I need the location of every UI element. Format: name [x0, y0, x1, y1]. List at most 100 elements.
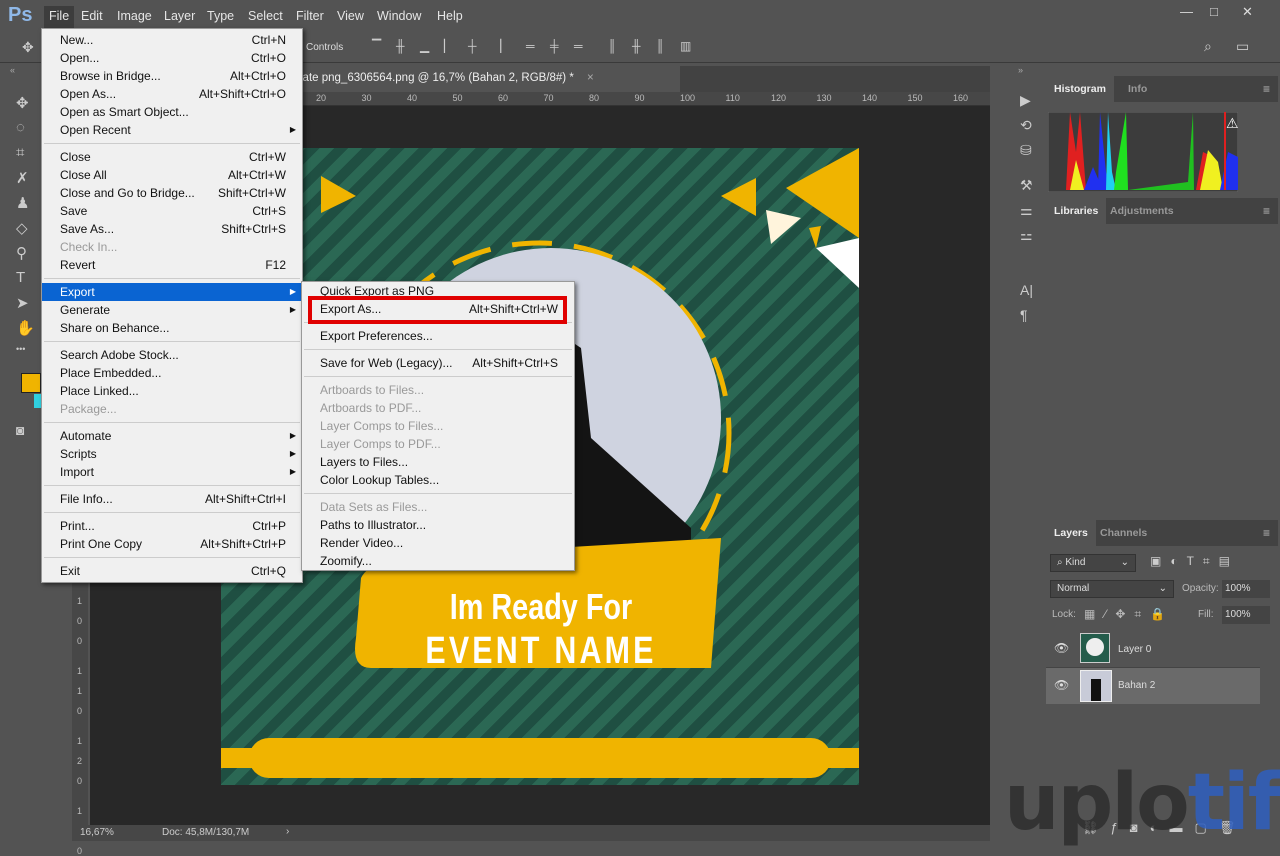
- hand-tool-icon[interactable]: ✋: [16, 319, 35, 337]
- menu-item-open[interactable]: Open... Ctrl+O: [42, 49, 302, 67]
- panel-menu-icon[interactable]: ≡: [1263, 204, 1270, 218]
- path-select-tool-icon[interactable]: ➤: [16, 294, 29, 312]
- dodge-tool-icon[interactable]: ⚲: [16, 244, 27, 262]
- align-distribute-icon[interactable]: ╫: [632, 39, 641, 53]
- align-distribute-icon[interactable]: ═: [526, 39, 535, 53]
- workspace-icon[interactable]: ▭: [1236, 38, 1249, 55]
- tab-info[interactable]: Info: [1120, 76, 1155, 102]
- tab-adjustments[interactable]: Adjustments: [1102, 198, 1182, 224]
- styles-panel-icon[interactable]: ⚍: [1020, 227, 1033, 244]
- blend-mode-select[interactable]: Normal ⌄: [1050, 580, 1174, 598]
- menu-item-color-lookup-tables[interactable]: Color Lookup Tables...: [302, 471, 574, 489]
- menu-item-save-as[interactable]: Save As... Shift+Ctrl+S: [42, 220, 302, 238]
- lock-icons[interactable]: ▦⁄✥⌗🔒: [1084, 607, 1174, 622]
- tab-histogram[interactable]: Histogram: [1046, 76, 1114, 102]
- align-distribute-icon[interactable]: ▁: [420, 39, 429, 53]
- opacity-field[interactable]: 100%: [1222, 580, 1270, 598]
- collapse-panels-icon[interactable]: »: [1018, 65, 1023, 75]
- align-distribute-icon[interactable]: ║: [656, 39, 665, 53]
- menu-item-share-on-behance[interactable]: Share on Behance...: [42, 319, 302, 337]
- play-panel-icon[interactable]: ▶: [1020, 92, 1031, 109]
- menu-filter[interactable]: Filter: [296, 9, 324, 23]
- fill-field[interactable]: 100%: [1222, 606, 1270, 624]
- maximize-button[interactable]: □: [1210, 4, 1218, 19]
- menu-item-export-preferences[interactable]: Export Preferences...: [302, 327, 574, 345]
- menu-file[interactable]: File: [44, 6, 75, 28]
- layer-row-selected[interactable]: 👁 Bahan 2: [1046, 668, 1260, 704]
- settings-sliders-panel-icon[interactable]: ⚌: [1020, 202, 1033, 219]
- panel-menu-icon[interactable]: ≡: [1263, 82, 1270, 96]
- align-distribute-icon[interactable]: ┼: [468, 39, 477, 53]
- character-panel-icon[interactable]: A|: [1020, 282, 1033, 298]
- status-menu-arrow[interactable]: ›: [286, 826, 289, 837]
- eraser-tool-icon[interactable]: ◇: [16, 219, 28, 237]
- menu-item-place-linked[interactable]: Place Linked...: [42, 382, 302, 400]
- tab-libraries[interactable]: Libraries: [1046, 198, 1107, 224]
- menu-item-print[interactable]: Print... Ctrl+P: [42, 517, 302, 535]
- menu-item-scripts[interactable]: Scripts ▶: [42, 445, 302, 463]
- align-distribute-icon[interactable]: ▔: [372, 39, 381, 53]
- menu-item-browse-in-bridge[interactable]: Browse in Bridge... Alt+Ctrl+O: [42, 67, 302, 85]
- menu-item-revert[interactable]: Revert F12: [42, 256, 302, 274]
- panel-menu-icon[interactable]: ≡: [1263, 526, 1270, 540]
- menu-item-generate[interactable]: Generate ▶: [42, 301, 302, 319]
- menu-image[interactable]: Image: [117, 9, 152, 23]
- align-distribute-icon[interactable]: ╫: [396, 39, 405, 53]
- menu-item-file-info[interactable]: File Info... Alt+Shift+Ctrl+I: [42, 490, 302, 508]
- align-distribute-icon[interactable]: ║: [608, 39, 617, 53]
- menu-select[interactable]: Select: [248, 9, 283, 23]
- visibility-eye-icon[interactable]: 👁: [1054, 678, 1069, 692]
- collapse-toolbar-icon[interactable]: «: [10, 65, 15, 75]
- menu-window[interactable]: Window: [377, 9, 421, 23]
- tab-layers[interactable]: Layers: [1046, 520, 1096, 546]
- menu-item-open-as-smart-object[interactable]: Open as Smart Object...: [42, 103, 302, 121]
- align-distribute-icon[interactable]: ╪: [550, 39, 559, 53]
- zoom-level[interactable]: 16,67%: [80, 827, 114, 838]
- crop-tool-icon[interactable]: ⌗: [16, 144, 24, 161]
- brush-panel-icon[interactable]: ⚒: [1020, 177, 1033, 194]
- visibility-eye-icon[interactable]: 👁: [1054, 641, 1069, 655]
- align-distribute-icon[interactable]: ▥: [680, 39, 691, 53]
- lasso-tool-icon[interactable]: ◌: [16, 119, 25, 136]
- menu-edit[interactable]: Edit: [81, 9, 103, 23]
- paragraph-panel-icon[interactable]: ¶: [1020, 307, 1028, 323]
- close-window-button[interactable]: ✕: [1242, 4, 1253, 20]
- align-distribute-icon[interactable]: ▏: [444, 39, 453, 53]
- layer-filter-icons[interactable]: ▣◐T⌗▤: [1150, 554, 1239, 569]
- history-panel-icon[interactable]: ⟲: [1020, 117, 1032, 134]
- menu-item-exit[interactable]: Exit Ctrl+Q: [42, 562, 302, 580]
- menu-help[interactable]: Help: [437, 9, 463, 23]
- search-icon[interactable]: ⌕: [1204, 38, 1212, 55]
- menu-item-layers-to-files[interactable]: Layers to Files...: [302, 453, 574, 471]
- menu-item-paths-to-illustrator[interactable]: Paths to Illustrator...: [302, 516, 574, 534]
- menu-item-print-one-copy[interactable]: Print One Copy Alt+Shift+Ctrl+P: [42, 535, 302, 553]
- align-distribute-icon[interactable]: ═: [574, 39, 583, 53]
- tab-channels[interactable]: Channels: [1092, 520, 1155, 546]
- foreground-color-swatch[interactable]: [21, 373, 41, 393]
- layer-row[interactable]: 👁 Layer 0: [1046, 630, 1260, 668]
- menu-layer[interactable]: Layer: [164, 9, 195, 23]
- menu-item-close[interactable]: Close Ctrl+W: [42, 148, 302, 166]
- quick-mask-icon[interactable]: ◙: [16, 422, 24, 438]
- menu-item-open-recent[interactable]: Open Recent ▶: [42, 121, 302, 139]
- menu-item-close-all[interactable]: Close All Alt+Ctrl+W: [42, 166, 302, 184]
- menu-item-save-for-web-legacy[interactable]: Save for Web (Legacy)... Alt+Shift+Ctrl+S: [302, 354, 574, 372]
- menu-item-import[interactable]: Import ▶: [42, 463, 302, 481]
- align-distribute-icon[interactable]: ▕: [492, 39, 501, 53]
- minimize-button[interactable]: —: [1180, 4, 1193, 19]
- menu-item-save[interactable]: Save Ctrl+S: [42, 202, 302, 220]
- menu-item-close-and-go-to-bridge[interactable]: Close and Go to Bridge... Shift+Ctrl+W: [42, 184, 302, 202]
- healing-tool-icon[interactable]: ✗: [16, 169, 29, 187]
- menu-item-automate[interactable]: Automate ▶: [42, 427, 302, 445]
- menu-item-place-embedded[interactable]: Place Embedded...: [42, 364, 302, 382]
- move-tool-icon[interactable]: ✥: [22, 39, 34, 56]
- menu-item-zoomify[interactable]: Zoomify...: [302, 552, 574, 570]
- menu-item-search-adobe-stock[interactable]: Search Adobe Stock...: [42, 346, 302, 364]
- stamp-tool-icon[interactable]: ♟: [16, 194, 29, 212]
- more-tool-icon[interactable]: •••: [16, 344, 25, 354]
- menu-type[interactable]: Type: [207, 9, 234, 23]
- properties-panel-icon[interactable]: ⛁: [1020, 142, 1032, 159]
- document-tab[interactable]: late png_6306564.png @ 16,7% (Bahan 2, R…: [290, 66, 680, 92]
- menu-item-render-video[interactable]: Render Video...: [302, 534, 574, 552]
- menu-item-open-as[interactable]: Open As... Alt+Shift+Ctrl+O: [42, 85, 302, 103]
